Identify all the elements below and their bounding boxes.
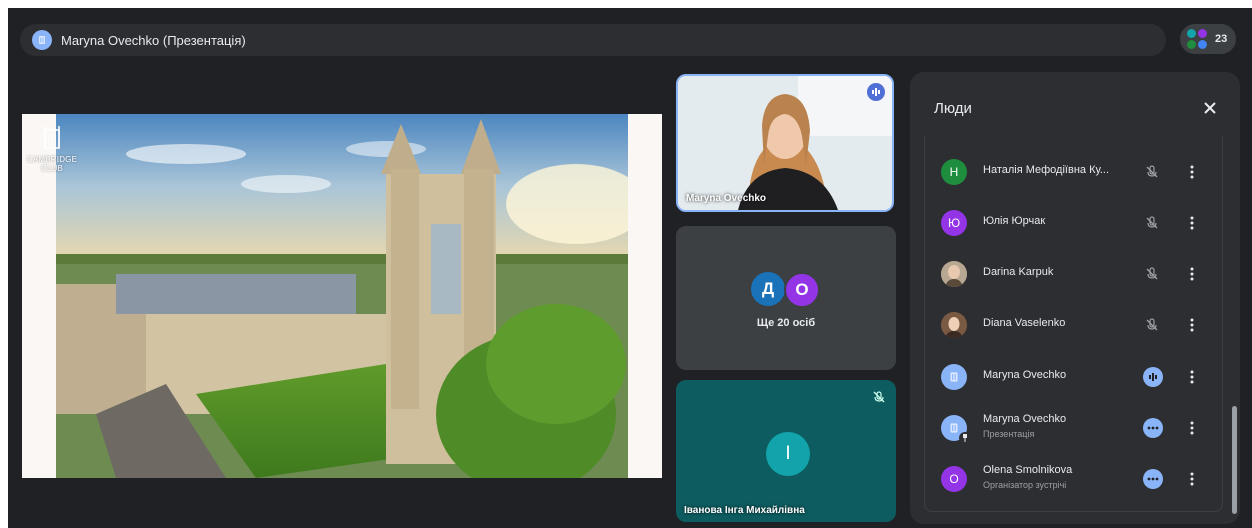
scrollbar[interactable] — [1232, 406, 1237, 514]
cambridge-club-logo: CAMBRIDGE CLUB — [24, 124, 80, 173]
cambridge-photo — [56, 114, 628, 478]
panel-title: Люди — [934, 100, 972, 117]
mic-off-icon — [1141, 263, 1163, 285]
more-vert-icon[interactable] — [1187, 470, 1197, 488]
participant-name: Maryna Ovechko — [983, 413, 1067, 425]
participant-role: Організатор зустрічі — [983, 480, 1067, 490]
close-icon[interactable] — [1200, 98, 1220, 118]
video-tile-ivanova[interactable]: І Іванова Інга Михайлівна — [676, 380, 896, 522]
more-participants-tile[interactable]: Д О Ще 20 осіб — [676, 226, 896, 370]
meeting-avatar-icon — [941, 364, 967, 390]
mic-off-icon — [872, 390, 886, 409]
participants-count: 23 — [1215, 33, 1228, 45]
list-item[interactable]: Maryna Ovechko Презентація — [925, 403, 1222, 453]
avatar: Ю — [941, 210, 967, 236]
presentation-slide: CAMBRIDGE CLUB — [22, 114, 662, 478]
mic-off-icon — [1141, 212, 1163, 234]
avatar: І — [766, 432, 810, 476]
more-horiz-icon — [1143, 418, 1163, 438]
participant-name: Наталія Мефодіївна Ку... — [983, 164, 1110, 176]
participant-name: Юлія Юрчак — [983, 215, 1046, 227]
avatar: Н — [941, 159, 967, 185]
list-item[interactable]: O Olena Smolnikova Організатор зустрічі — [925, 454, 1222, 504]
mic-off-icon — [1141, 161, 1163, 183]
avatar: Д — [751, 272, 785, 306]
more-horiz-icon — [1143, 469, 1163, 489]
participant-name: Diana Vaselenko — [983, 317, 1066, 329]
participant-name: Olena Smolnikova — [983, 464, 1073, 476]
participants-dots-icon — [1187, 28, 1209, 50]
speaking-icon — [1143, 367, 1163, 387]
more-vert-icon[interactable] — [1187, 316, 1197, 334]
more-participants-label: Ще 20 осіб — [756, 317, 816, 329]
avatar — [941, 312, 967, 338]
pin-icon — [959, 432, 971, 444]
meeting-avatar-icon — [941, 415, 971, 444]
participants-list[interactable]: Н Наталія Мефодіївна Ку... Ю Юлія Юрчак — [924, 136, 1223, 512]
avatar — [941, 261, 967, 287]
people-panel: Люди Н Наталія Мефодіївна Ку... Ю Юлія Ю… — [910, 72, 1240, 524]
video-tile-maryna[interactable]: Maryna Ovechko — [676, 74, 894, 212]
logo-text: CAMBRIDGE CLUB — [26, 155, 78, 173]
participant-name: Maryna Ovechko — [983, 369, 1067, 381]
avatar: O — [941, 466, 967, 492]
presenter-bar[interactable]: Maryna Ovechko (Презентація) — [20, 24, 1166, 56]
list-item[interactable]: Diana Vaselenko — [925, 300, 1222, 350]
participants-button[interactable]: 23 — [1180, 24, 1236, 54]
tile-name: Maryna Ovechko — [686, 193, 767, 204]
camera-feed — [678, 76, 892, 210]
list-item[interactable]: Н Наталія Мефодіївна Ку... — [925, 147, 1222, 197]
speaking-icon — [867, 83, 885, 101]
list-item[interactable]: Ю Юлія Юрчак — [925, 198, 1222, 248]
list-item[interactable]: Maryna Ovechko — [925, 352, 1222, 402]
avatar: О — [784, 272, 820, 308]
more-vert-icon[interactable] — [1187, 214, 1197, 232]
meeting-avatar-icon — [32, 30, 52, 50]
participant-name: Darina Karpuk — [983, 266, 1054, 278]
presenter-title: Maryna Ovechko (Презентація) — [61, 32, 246, 48]
mic-off-icon — [1141, 314, 1163, 336]
tile-name: Іванова Інга Михайлівна — [684, 505, 805, 516]
more-vert-icon[interactable] — [1187, 419, 1197, 437]
meet-stage: Maryna Ovechko (Презентація) 23 CAMBRIDG… — [8, 8, 1252, 528]
participant-role: Презентація — [983, 429, 1035, 439]
list-item[interactable]: Darina Karpuk — [925, 249, 1222, 299]
more-vert-icon[interactable] — [1187, 265, 1197, 283]
more-vert-icon[interactable] — [1187, 163, 1197, 181]
more-vert-icon[interactable] — [1187, 368, 1197, 386]
